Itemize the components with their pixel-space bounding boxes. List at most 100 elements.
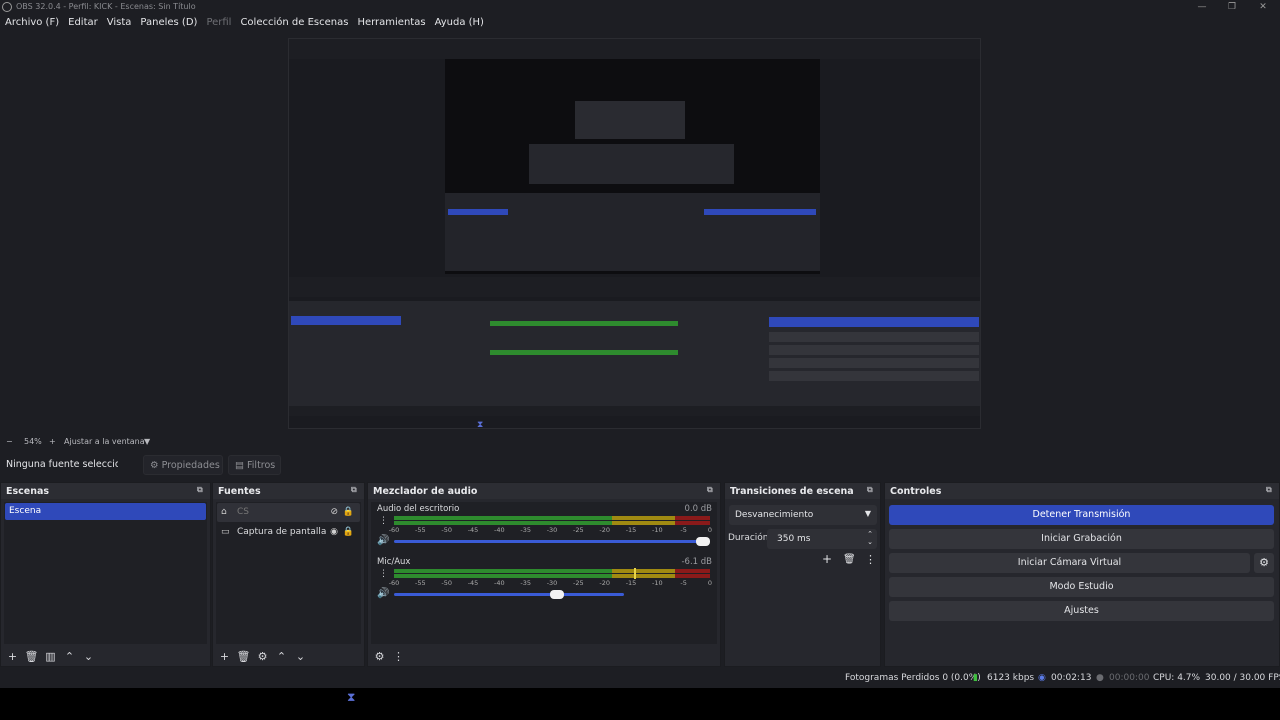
transitions-title: Transiciones de escena xyxy=(730,486,854,497)
stop-streaming-button[interactable]: Detener Transmisión xyxy=(889,505,1274,525)
gear-icon: ⚙ xyxy=(150,460,159,471)
kebab-menu-icon[interactable]: ⋮ xyxy=(379,569,388,579)
preview-screen-capture xyxy=(289,39,980,428)
hourglass-cursor-icon: ⧗ xyxy=(347,690,356,704)
sources-title: Fuentes xyxy=(218,486,261,497)
kebab-menu-icon[interactable]: ⋮ xyxy=(865,553,876,566)
source-item[interactable]: ⌂ CS ⊘ 🔒 xyxy=(217,503,360,522)
menu-profile[interactable]: Perfil xyxy=(201,15,235,33)
transition-select[interactable]: Desvanecimiento ▼ xyxy=(729,505,877,525)
move-down-icon[interactable]: ⌄ xyxy=(81,649,96,664)
filters-button[interactable]: ▤ Filtros xyxy=(228,455,281,475)
speaker-icon[interactable]: 🔊 xyxy=(377,588,389,599)
channel-name: Mic/Aux xyxy=(377,557,411,567)
sources-list: ⌂ CS ⊘ 🔒 ▭ Captura de pantalla ◉ 🔒 xyxy=(216,502,361,644)
add-icon[interactable]: + xyxy=(5,649,20,664)
scene-item[interactable]: Escena xyxy=(5,503,206,520)
meter-tick-label: -10 xyxy=(652,579,663,587)
menu-tools[interactable]: Herramientas xyxy=(352,15,429,33)
eye-icon[interactable]: ◉ xyxy=(330,527,338,537)
advanced-audio-icon[interactable]: ⚙ xyxy=(372,649,387,664)
sources-dock: Fuentes ⧉ ⌂ CS ⊘ 🔒 ▭ Captura de pantalla… xyxy=(212,482,365,667)
dock-float-icon[interactable]: ⧉ xyxy=(197,485,206,494)
fit-window-button[interactable]: Ajustar a la ventana xyxy=(64,437,145,446)
trash-icon[interactable]: 🗑 xyxy=(236,649,251,664)
meter-tick-label: -20 xyxy=(599,579,610,587)
scenes-toolbar: + 🗑 ▥ ⌃ ⌄ xyxy=(1,646,210,666)
source-item[interactable]: ▭ Captura de pantalla ◉ 🔒 xyxy=(217,523,360,542)
title-bar: OBS 32.0.4 - Perfil: KICK - Escenas: Sin… xyxy=(0,0,1280,15)
menu-view[interactable]: Vista xyxy=(102,15,136,33)
volume-slider[interactable] xyxy=(394,590,624,599)
meter-tick-label: -15 xyxy=(625,526,637,534)
add-transition-icon[interactable]: + xyxy=(822,552,832,566)
filter-icon[interactable]: ▥ xyxy=(43,649,58,664)
add-icon[interactable]: + xyxy=(217,649,232,664)
mixer-channel: Audio del escritorio 0.0 dB ⋮ -60 -55 -50-… xyxy=(374,504,714,552)
spin-arrows-icon[interactable]: ⌃ ⌄ xyxy=(867,530,873,546)
virtual-camera-settings-gear-icon[interactable]: ⚙ xyxy=(1254,553,1274,573)
properties-button[interactable]: ⚙ Propiedades xyxy=(143,455,223,475)
kebab-menu-icon[interactable]: ⋮ xyxy=(379,516,388,526)
zoom-in-button[interactable]: + xyxy=(49,437,56,446)
meter-tick-label: -15 xyxy=(625,579,637,587)
studio-mode-button[interactable]: Modo Estudio xyxy=(889,577,1274,597)
meter-tick-label: -5 xyxy=(680,579,687,587)
menu-edit[interactable]: Editar xyxy=(63,15,102,33)
volume-slider[interactable] xyxy=(394,537,710,546)
audio-mixer-dock: Mezclador de audio ⧉ Audio del escritori… xyxy=(367,482,721,667)
menu-file[interactable]: Archivo (F) xyxy=(0,15,63,33)
meter-tick-label: -20 xyxy=(599,526,610,534)
minimize-button[interactable]: — xyxy=(1196,1,1208,13)
start-recording-button[interactable]: Iniciar Grabación xyxy=(889,529,1274,549)
volume-slider-knob[interactable] xyxy=(550,590,565,599)
dock-float-icon[interactable]: ⧉ xyxy=(1266,485,1275,494)
move-up-icon[interactable]: ⌃ xyxy=(274,649,289,664)
meter-tick-label: -40 xyxy=(494,526,505,534)
volume-slider-knob[interactable] xyxy=(696,537,710,546)
preview-canvas[interactable] xyxy=(288,38,981,429)
trash-icon[interactable]: 🗑 xyxy=(24,649,39,664)
dock-float-icon[interactable]: ⧉ xyxy=(707,485,716,494)
meter-tick-label: -25 xyxy=(573,579,584,587)
kebab-menu-icon[interactable]: ⋮ xyxy=(391,649,406,664)
zoom-out-button[interactable]: − xyxy=(6,437,13,446)
menu-help[interactable]: Ayuda (H) xyxy=(430,15,488,33)
lock-icon[interactable]: 🔒 xyxy=(343,507,354,517)
move-down-icon[interactable]: ⌄ xyxy=(293,649,308,664)
channel-name: Audio del escritorio xyxy=(377,504,460,514)
gear-icon[interactable]: ⚙ xyxy=(255,649,270,664)
eye-hidden-icon[interactable]: ⊘ xyxy=(330,507,338,517)
settings-button[interactable]: Ajustes xyxy=(889,601,1274,621)
sources-header: Fuentes ⧉ xyxy=(213,483,364,499)
move-up-icon[interactable]: ⌃ xyxy=(62,649,77,664)
mixer-toolbar: ⚙ ⋮ xyxy=(368,646,720,666)
maximize-button[interactable]: ❐ xyxy=(1226,1,1238,13)
close-button[interactable]: ✕ xyxy=(1257,1,1269,13)
gamepad-icon: ⌂ xyxy=(221,507,227,517)
menu-scene-collection[interactable]: Colección de Escenas xyxy=(235,15,352,33)
bitrate: 6123 kbps xyxy=(987,673,1035,683)
dock-float-icon[interactable]: ⧉ xyxy=(867,485,876,494)
dock-float-icon[interactable]: ⧉ xyxy=(351,485,360,494)
zoom-dropdown-icon[interactable]: ▼ xyxy=(144,437,150,446)
lock-icon[interactable]: 🔒 xyxy=(343,527,354,537)
meter-ticks: -60 -55 -50 -45 -40 -35 -30 -25 -20 -15 -10 -5 0 xyxy=(389,526,712,534)
duration-label: Duración xyxy=(728,533,769,543)
context-bar: Ninguna fuente seleccionada ⚙ Propiedade… xyxy=(0,452,1280,478)
volume-meter xyxy=(394,516,710,526)
menu-docks[interactable]: Paneles (D) xyxy=(135,15,201,33)
source-name: Captura de pantalla xyxy=(237,527,327,537)
meter-tick-label: 0 xyxy=(707,579,713,587)
duration-spinbox[interactable]: 350 ms ⌃ ⌄ xyxy=(767,529,877,549)
start-virtual-camera-button[interactable]: Iniciar Cámara Virtual xyxy=(889,553,1250,573)
preview-area[interactable]: ⧗ xyxy=(0,33,1280,436)
trash-icon[interactable]: 🗑 xyxy=(843,554,856,565)
scenes-list: Escena xyxy=(4,502,207,644)
meter-tick-label: -30 xyxy=(546,526,558,534)
signal-bars-icon: ▮ xyxy=(973,673,978,683)
speaker-icon[interactable]: 🔊 xyxy=(377,535,389,546)
zoom-value: 54% xyxy=(24,437,42,446)
meter-tick-label: -50 xyxy=(441,579,452,587)
mixer-list: Audio del escritorio 0.0 dB ⋮ -60 -55 -50-… xyxy=(371,502,717,644)
